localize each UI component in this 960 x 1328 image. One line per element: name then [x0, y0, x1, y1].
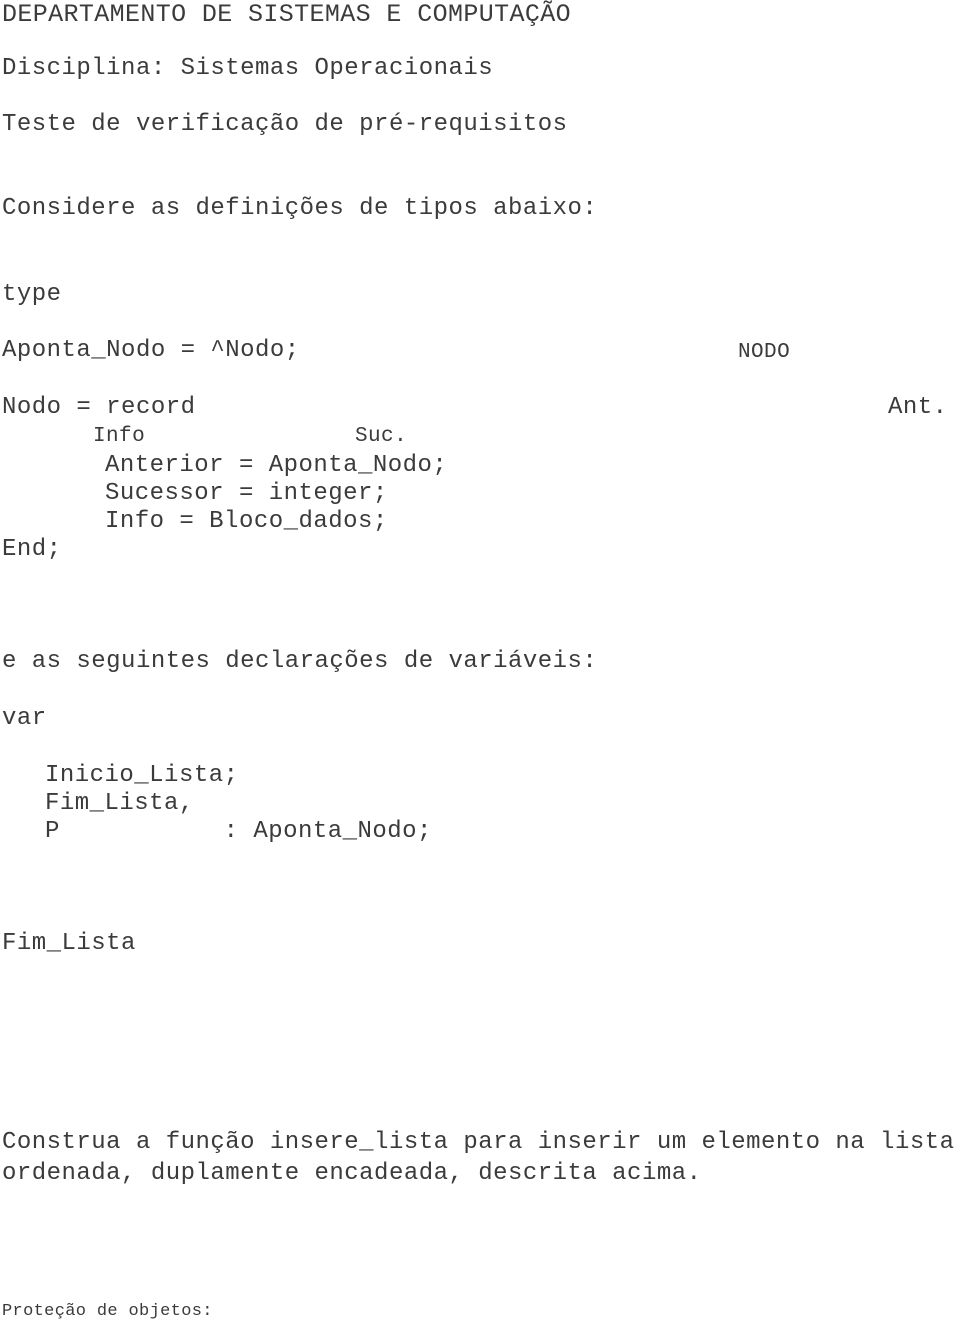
var-prompt: e as seguintes declarações de variáveis:: [2, 648, 598, 675]
diagram-label-nodo: NODO: [738, 341, 791, 364]
typedef-field-anterior: Anterior = Aponta_Nodo;: [105, 452, 448, 479]
var-keyword: var: [2, 705, 47, 732]
diagram-label-info: Info: [93, 425, 146, 448]
var-line-inicio-lista: Inicio_Lista;: [45, 762, 239, 789]
document-page: DEPARTAMENTO DE SISTEMAS E COMPUTAÇÃO Di…: [0, 0, 960, 1328]
typedef-end: End;: [2, 536, 62, 563]
var-line-p-aponta-nodo: P : Aponta_Nodo;: [45, 818, 432, 845]
typedef-line-nodo-record: Nodo = record: [2, 394, 196, 421]
typedef-field-info: Info = Bloco_dados;: [105, 508, 388, 535]
department-heading: DEPARTAMENTO DE SISTEMAS E COMPUTAÇÃO: [2, 0, 571, 29]
var-line-fim-lista: Fim_Lista,: [45, 790, 194, 817]
type-keyword: type: [2, 281, 62, 308]
exam-title: Teste de verificação de pré-requisitos: [2, 111, 568, 138]
diagram-label-fim-lista: Fim_Lista: [2, 930, 136, 957]
diagram-label-suc: Suc.: [355, 425, 408, 448]
task-line-2: ordenada, duplamente encadeada, descrita…: [2, 1160, 702, 1187]
intro-prompt: Considere as definições de tipos abaixo:: [2, 195, 598, 222]
typedef-line-aponta-nodo: Aponta_Nodo = ^Nodo;: [2, 337, 300, 364]
typedef-field-sucessor: Sucessor = integer;: [105, 480, 388, 507]
course-line: Disciplina: Sistemas Operacionais: [2, 55, 494, 82]
diagram-label-ant: Ant.: [888, 394, 948, 421]
footer-section-label: Proteção de objetos:: [2, 1302, 213, 1321]
task-line-1: Construa a função insere_lista para inse…: [2, 1129, 955, 1156]
